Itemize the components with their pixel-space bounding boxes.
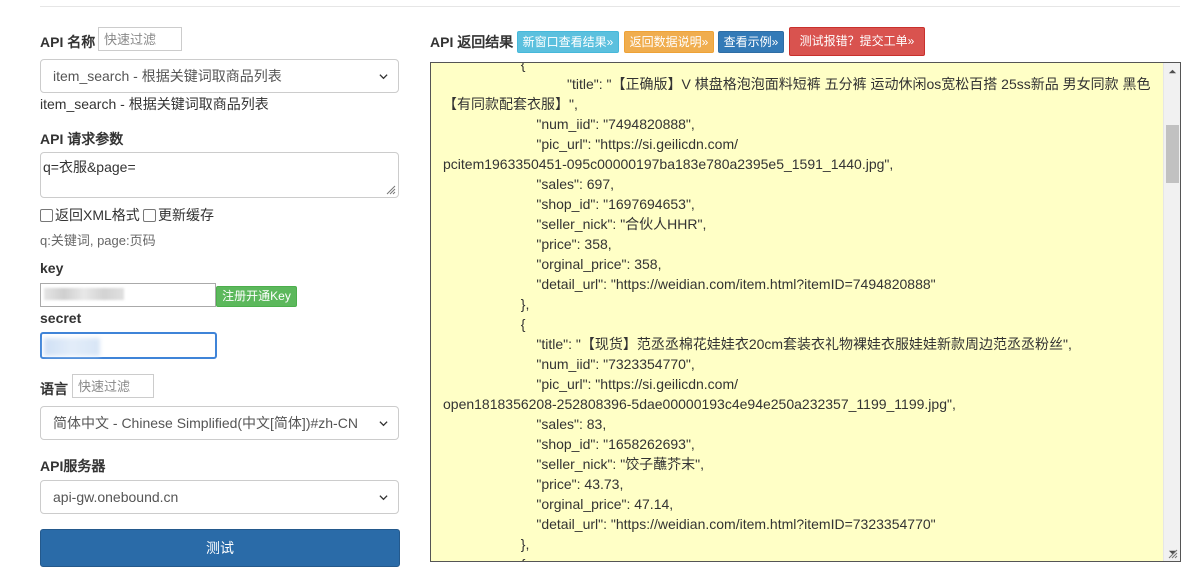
resize-grip-icon[interactable] <box>1166 547 1178 559</box>
result-line: "price": 358, <box>443 236 612 252</box>
register-key-button[interactable]: 注册开通Key <box>216 286 297 307</box>
result-line: "orginal_price": 358, <box>443 256 662 272</box>
result-line: "sales": 697, <box>443 176 615 192</box>
scroll-up-icon[interactable] <box>1168 67 1177 76</box>
result-line: { <box>443 62 526 72</box>
result-textarea[interactable]: { "title": "【正确版】V 棋盘格泡泡面料短裤 五分裤 运动休闲os宽松… <box>430 62 1181 562</box>
result-scrollbar[interactable] <box>1163 63 1180 561</box>
result-line: "sales": 83, <box>443 416 607 432</box>
top-divider <box>40 6 1180 7</box>
result-json: { "title": "【正确版】V 棋盘格泡泡面料短裤 五分裤 运动休闲os宽松… <box>443 62 1153 561</box>
language-label: 语言 <box>40 381 68 397</box>
result-line: pcitem1963350451-095c00000197ba183e780a2… <box>443 156 894 172</box>
params-label: API 请求参数 <box>40 131 124 147</box>
test-button[interactable]: 测试 <box>40 529 400 567</box>
language-select-value: 简体中文 - Chinese Simplified(中文[简体])#zh-CN <box>53 415 358 431</box>
result-label: API 返回结果 <box>430 34 514 50</box>
result-line: "detail_url": "https://weidian.com/item.… <box>443 516 936 532</box>
example-button[interactable]: 查看示例» <box>718 31 784 53</box>
secret-redacted <box>44 338 100 356</box>
key-redacted <box>44 288 124 300</box>
params-hint: q:关键词, page:页码 <box>40 233 156 248</box>
result-line: "num_iid": "7494820888", <box>443 116 695 132</box>
result-line: open1818356208-252808396-5dae00000193c4e… <box>443 396 956 412</box>
scrollbar-thumb[interactable] <box>1166 125 1179 183</box>
result-line: "shop_id": "1658262693", <box>443 436 695 452</box>
server-label: API服务器 <box>40 458 106 474</box>
server-select[interactable]: api-gw.onebound.cn <box>40 480 399 514</box>
params-textarea[interactable] <box>40 152 399 198</box>
result-line: "pic_url": "https://si.geilicdn.com/ <box>443 136 739 152</box>
api-filter-input[interactable] <box>98 27 182 51</box>
api-name-select-value: item_search - 根据关键词取商品列表 <box>53 68 282 84</box>
result-line: "shop_id": "1697694653", <box>443 196 695 212</box>
result-line: }, <box>443 536 530 552</box>
chevron-down-icon <box>379 495 388 501</box>
report-issue-button[interactable]: 测试报错？提交工单» <box>789 27 925 56</box>
result-line: { <box>443 554 1153 561</box>
new-window-button[interactable]: 新窗口查看结果» <box>517 31 619 53</box>
language-filter-input[interactable] <box>72 374 154 398</box>
xml-checkbox[interactable]: 返回XML格式 <box>40 205 140 225</box>
xml-checkbox-box[interactable] <box>40 208 53 222</box>
result-line: "pic_url": "https://si.geilicdn.com/ <box>443 376 739 392</box>
api-name-display: item_search - 根据关键词取商品列表 <box>40 96 269 112</box>
xml-checkbox-label: 返回XML格式 <box>55 207 140 223</box>
chevron-down-icon <box>379 74 388 80</box>
data-doc-button[interactable]: 返回数据说明» <box>624 31 714 53</box>
cache-checkbox[interactable]: 更新缓存 <box>143 205 214 225</box>
api-name-select[interactable]: item_search - 根据关键词取商品列表 <box>40 59 399 93</box>
result-line: }, <box>443 296 530 312</box>
secret-label: secret <box>40 310 82 326</box>
result-line: "seller_nick": "合伙人HHR", <box>443 216 707 232</box>
result-line: "title": "【现货】范丞丞棉花娃娃衣20cm套装衣礼物裸娃衣服娃娃新款周… <box>443 336 1072 352</box>
cache-checkbox-box[interactable] <box>143 208 156 222</box>
result-line: "price": 43.73, <box>443 476 624 492</box>
result-line: "detail_url": "https://weidian.com/item.… <box>443 276 936 292</box>
result-line: "num_iid": "7323354770", <box>443 356 695 372</box>
result-line: "orginal_price": 47.14, <box>443 496 674 512</box>
result-line: "title": "【正确版】V 棋盘格泡泡面料短裤 五分裤 运动休闲os宽松百… <box>443 76 1151 112</box>
result-line: { <box>443 316 526 332</box>
chevron-down-icon <box>379 421 388 427</box>
result-line: "seller_nick": "饺子蘸芥末", <box>443 456 705 472</box>
key-label: key <box>40 260 64 276</box>
api-name-label: API 名称 <box>40 34 96 50</box>
server-select-value: api-gw.onebound.cn <box>53 489 179 505</box>
language-select[interactable]: 简体中文 - Chinese Simplified(中文[简体])#zh-CN <box>40 406 399 440</box>
cache-checkbox-label: 更新缓存 <box>158 207 214 223</box>
resize-grip-icon[interactable] <box>384 183 396 195</box>
